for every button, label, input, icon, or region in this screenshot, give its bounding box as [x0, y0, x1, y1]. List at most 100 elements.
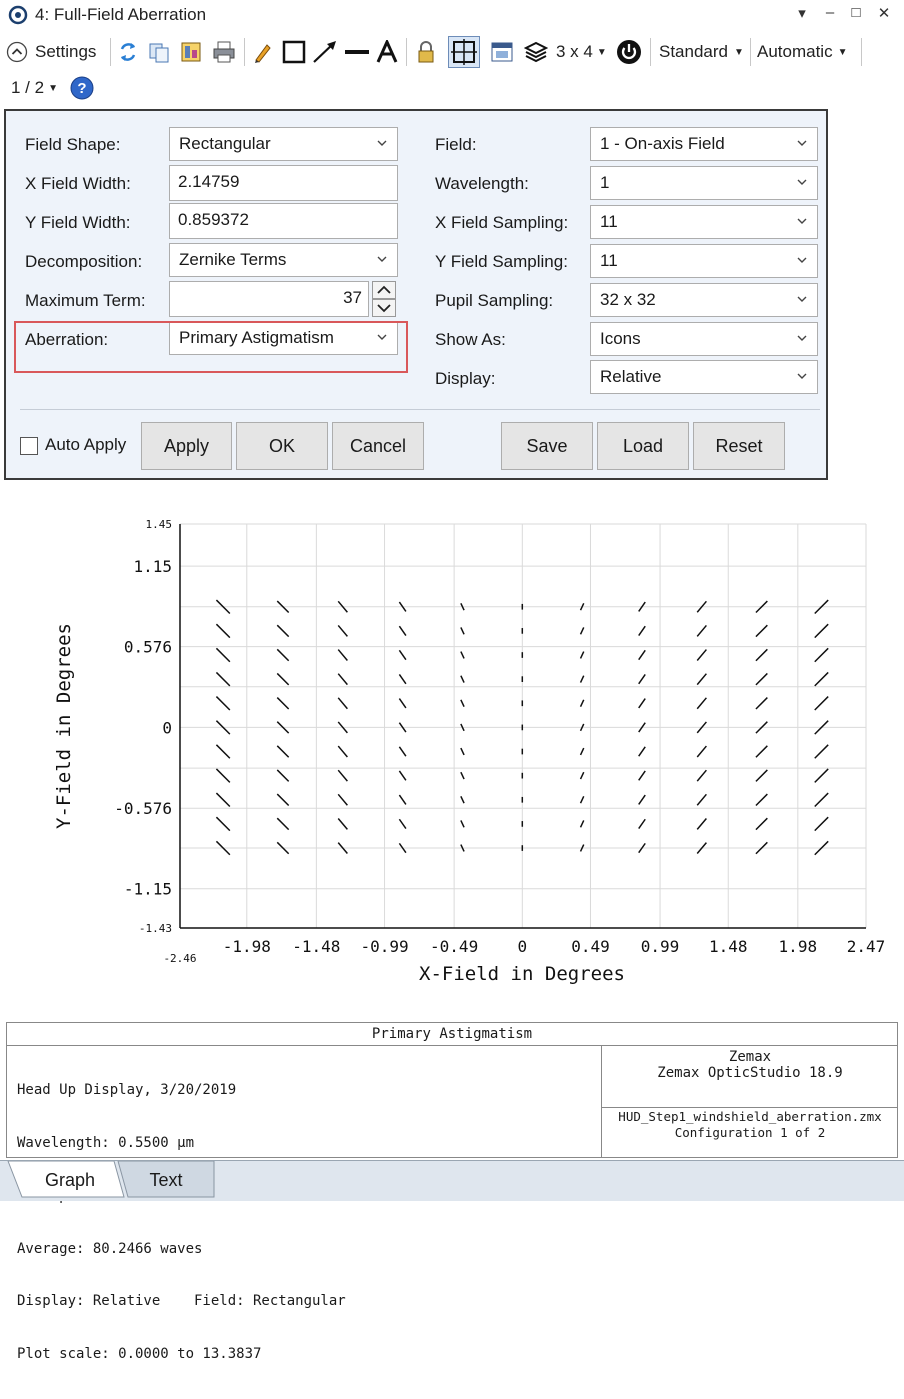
x-field-width-input[interactable]: 2.14759 — [169, 165, 398, 201]
ok-button[interactable]: OK — [236, 422, 328, 470]
info-title: Primary Astigmatism — [7, 1023, 897, 1046]
field-dropdown[interactable]: 1 - On-axis Field — [590, 127, 818, 161]
astigmatism-icon — [579, 820, 585, 828]
astigmatism-icon — [755, 793, 768, 807]
line-icon[interactable] — [344, 40, 370, 64]
x-field-sampling-dropdown[interactable]: 11 — [590, 205, 818, 239]
decomposition-value: Zernike Terms — [179, 250, 287, 269]
maximize-button[interactable]: □ — [846, 4, 866, 21]
apply-button[interactable]: Apply — [141, 422, 232, 470]
field-value: 1 - On-axis Field — [600, 134, 725, 153]
show-as-value: Icons — [600, 329, 641, 348]
display-dropdown[interactable]: Relative — [590, 360, 818, 394]
astigmatism-icon — [579, 675, 585, 683]
help-icon[interactable]: ? — [70, 76, 94, 100]
copy-icon[interactable] — [148, 40, 170, 64]
astigmatism-icon — [276, 672, 290, 686]
page-dropdown[interactable]: 1 / 2 ▼ — [11, 74, 58, 102]
reset-button[interactable]: Reset — [693, 422, 785, 470]
arrow-icon[interactable] — [312, 40, 338, 64]
astigmatism-icon — [276, 648, 290, 662]
maximum-term-input[interactable]: 37 — [169, 281, 369, 317]
astigmatism-icon — [638, 698, 646, 709]
astigmatism-icon — [579, 796, 585, 804]
astigmatism-icon — [215, 671, 231, 687]
astigmatism-icon — [215, 816, 231, 832]
pencil-icon[interactable] — [252, 40, 272, 64]
pupil-sampling-label: Pupil Sampling: — [435, 291, 554, 310]
aberration-plot: -1.98 -1.48 -0.99 -0.49 0 0.49 0.99 1.48 1.98 2.4… — [53, 518, 885, 985]
astigmatism-icon — [337, 673, 348, 686]
toolbar-divider — [750, 38, 751, 66]
y-tick-label: -1.43 — [139, 922, 172, 935]
refresh-icon[interactable] — [118, 40, 138, 64]
show-as-dropdown[interactable]: Icons — [590, 322, 818, 356]
save-button[interactable]: Save — [501, 422, 593, 470]
astigmatism-icon — [638, 649, 646, 661]
fit-button[interactable] — [448, 36, 480, 68]
layout-dropdown[interactable]: 3 x 4 ▼ — [556, 34, 607, 70]
power-icon[interactable] — [616, 39, 642, 65]
cancel-button[interactable]: Cancel — [332, 422, 424, 470]
configuration: Configuration 1 of 2 — [674, 1125, 826, 1140]
collapse-icon — [6, 41, 28, 63]
x-axis-title: X-Field in Degrees — [419, 963, 625, 985]
chevron-down-icon — [797, 335, 807, 341]
decomposition-label: Decomposition: — [25, 252, 143, 271]
astigmatism-icon — [638, 746, 646, 757]
export-icon[interactable] — [180, 40, 202, 64]
aberration-highlight — [14, 321, 408, 373]
y-field-sampling-dropdown[interactable]: 11 — [590, 244, 818, 278]
tab-graph[interactable]: Graph — [24, 1163, 116, 1197]
x-tick-label: 0.99 — [641, 937, 680, 956]
auto-apply-checkbox[interactable] — [20, 437, 38, 455]
title-bar: 4: Full-Field Aberration ▾ – □ ✕ — [0, 0, 904, 30]
close-button[interactable]: ✕ — [874, 4, 894, 22]
layers-icon[interactable] — [524, 40, 548, 64]
toolbar-divider — [650, 38, 651, 66]
astigmatism-icon — [398, 625, 407, 636]
y-tick-label: 0 — [162, 718, 172, 737]
astigmatism-icon — [276, 624, 290, 638]
y-field-width-input[interactable]: 0.859372 — [169, 203, 398, 239]
standard-dropdown[interactable]: Standard ▼ — [659, 34, 744, 70]
y-tick-label: 0.576 — [124, 638, 172, 657]
astigmatism-icon — [337, 793, 348, 806]
print-icon[interactable] — [212, 40, 236, 64]
astigmatism-icon — [755, 624, 768, 638]
lock-icon[interactable] — [416, 40, 436, 64]
rectangle-icon[interactable] — [282, 40, 306, 64]
pupil-sampling-dropdown[interactable]: 32 x 32 — [590, 283, 818, 317]
y-tick-label: 1.45 — [146, 518, 173, 531]
y-field-sampling-value: 11 — [600, 251, 618, 270]
chevron-down-icon — [797, 296, 807, 302]
astigmatism-icon — [579, 651, 585, 659]
field-shape-dropdown[interactable]: Rectangular — [169, 127, 398, 161]
window-menu-button[interactable]: ▾ — [792, 4, 812, 22]
info-line: Plot scale: 0.0000 to 13.3837 — [17, 1346, 262, 1363]
astigmatism-icon — [215, 744, 231, 759]
info-line: Average: 80.2466 waves — [17, 1240, 203, 1257]
text-icon[interactable] — [376, 40, 398, 64]
toolbar-row-2: 1 / 2 ▼ ? — [0, 74, 200, 104]
astigmatism-icon — [696, 649, 707, 661]
window-title: 4: Full-Field Aberration — [35, 5, 207, 24]
minimize-button[interactable]: – — [820, 4, 840, 21]
load-button[interactable]: Load — [597, 422, 689, 470]
chevron-down-icon — [797, 218, 807, 224]
x-tick-label: 0 — [517, 937, 527, 956]
settings-toggle[interactable]: Settings — [6, 34, 96, 70]
tab-text[interactable]: Text — [124, 1163, 208, 1197]
spinner-arrows-icon[interactable] — [372, 281, 396, 317]
info-right-panel: Zemax Zemax OpticStudio 18.9 HUD_Step1_w… — [601, 1045, 898, 1157]
astigmatism-icon — [638, 818, 646, 830]
panel-divider — [20, 409, 820, 410]
astigmatism-icon — [579, 627, 585, 635]
automatic-dropdown[interactable]: Automatic ▼ — [757, 34, 848, 70]
decomposition-dropdown[interactable]: Zernike Terms — [169, 243, 398, 277]
chevron-down-icon: ▼ — [48, 82, 58, 94]
maximum-term-label: Maximum Term: — [25, 291, 146, 310]
window-icon[interactable] — [490, 40, 514, 64]
field-label: Field: — [435, 135, 477, 154]
wavelength-dropdown[interactable]: 1 — [590, 166, 818, 200]
